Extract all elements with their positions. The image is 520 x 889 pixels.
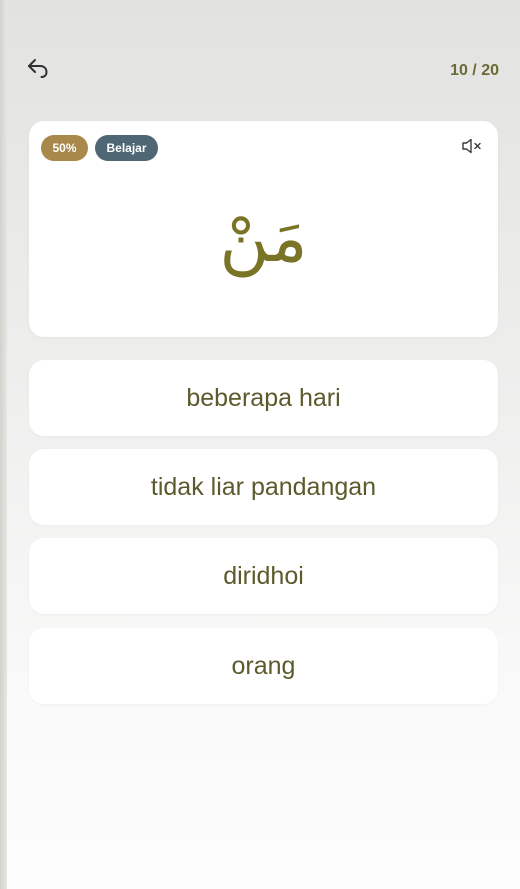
window-edge: [0, 0, 7, 889]
speaker-muted-icon: [461, 137, 483, 159]
percent-badge: 50%: [41, 135, 88, 161]
mute-button[interactable]: [460, 137, 484, 159]
back-button[interactable]: [24, 56, 52, 84]
answer-option-1[interactable]: beberapa hari: [29, 360, 498, 436]
answer-option-2[interactable]: tidak liar pandangan: [29, 449, 498, 525]
back-arrow-icon: [25, 56, 51, 84]
mode-badge: Belajar: [95, 135, 158, 161]
question-counter: 10 / 20: [450, 62, 499, 79]
word-card: 50% Belajar مَنْ: [29, 121, 498, 337]
answer-option-3[interactable]: diridhoi: [29, 538, 498, 614]
header-bar: 10 / 20: [0, 0, 520, 110]
answer-option-4[interactable]: orang: [29, 628, 498, 704]
arabic-word: مَنْ: [219, 199, 308, 278]
